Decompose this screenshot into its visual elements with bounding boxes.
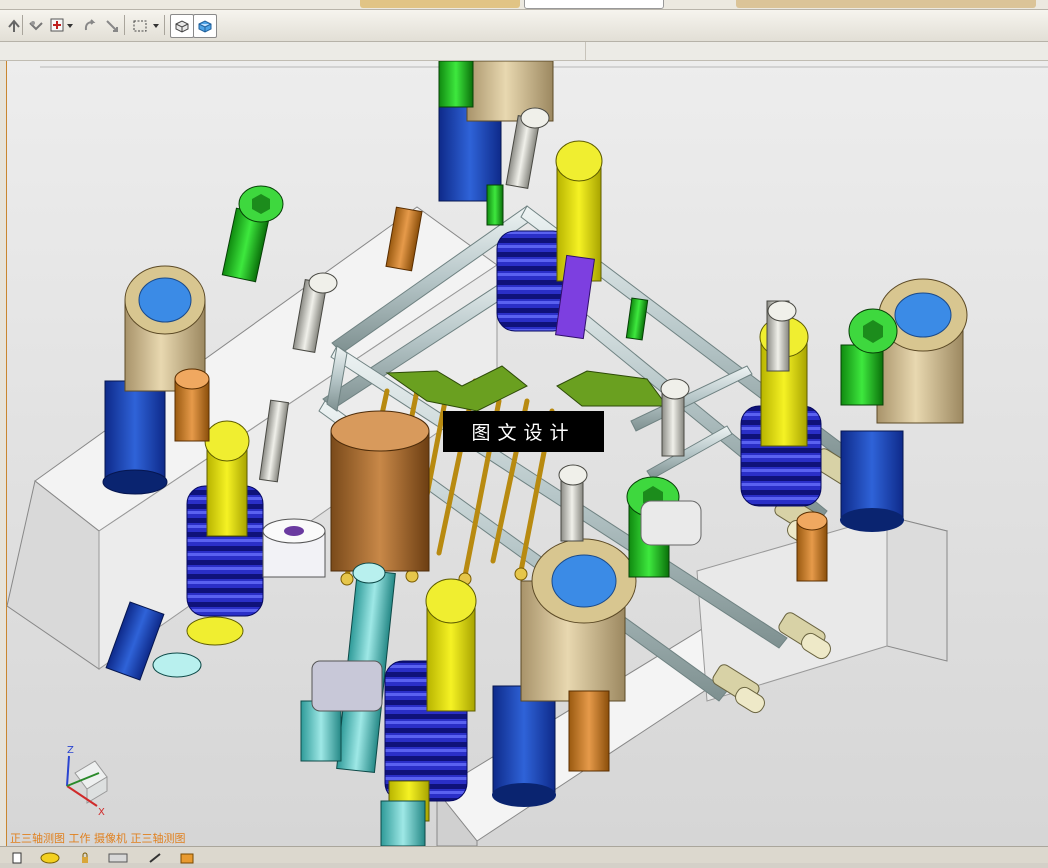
toolbar-separator	[22, 15, 23, 35]
panel-header-bar	[0, 42, 1048, 61]
toolbar-icon-cluster[interactable]	[360, 0, 520, 8]
triad-z-label: Z	[67, 745, 74, 756]
solid-view-icon[interactable]	[193, 14, 217, 38]
toolbar-field[interactable]	[524, 0, 664, 9]
watermark-label: 图文设计	[443, 411, 604, 452]
toolbar-icon-cluster-right[interactable]	[736, 0, 1036, 8]
graphics-viewport[interactable]: Z X	[7, 61, 1048, 846]
copper-punch	[330, 410, 430, 572]
box-select-icon[interactable]	[128, 14, 152, 38]
sketch-icon[interactable]	[148, 849, 162, 863]
status-bar	[0, 846, 1048, 864]
chevron-down-icon[interactable]	[64, 14, 76, 38]
light-icon[interactable]	[40, 849, 60, 864]
lock-icon[interactable]	[80, 849, 94, 863]
part-icon[interactable]	[178, 849, 194, 864]
view-orientation-label: 正三轴测图 工作 摄像机 正三轴测图	[10, 832, 186, 845]
left-panel-edge	[0, 61, 7, 846]
top-toolbar-strip	[0, 0, 1048, 10]
toolbar-separator	[164, 15, 165, 35]
shaded-view-icon[interactable]	[170, 14, 194, 38]
layer-icon[interactable]	[108, 849, 128, 863]
triad-x-label: X	[98, 807, 105, 818]
fit-view-icon[interactable]	[100, 14, 124, 38]
rotate-icon[interactable]	[78, 14, 102, 38]
file-icon[interactable]	[12, 849, 26, 864]
toolbar-separator	[124, 15, 125, 35]
chevron-down-icon[interactable]	[150, 14, 162, 38]
snap-icon[interactable]	[24, 14, 48, 38]
view-toolbar	[0, 10, 1048, 42]
